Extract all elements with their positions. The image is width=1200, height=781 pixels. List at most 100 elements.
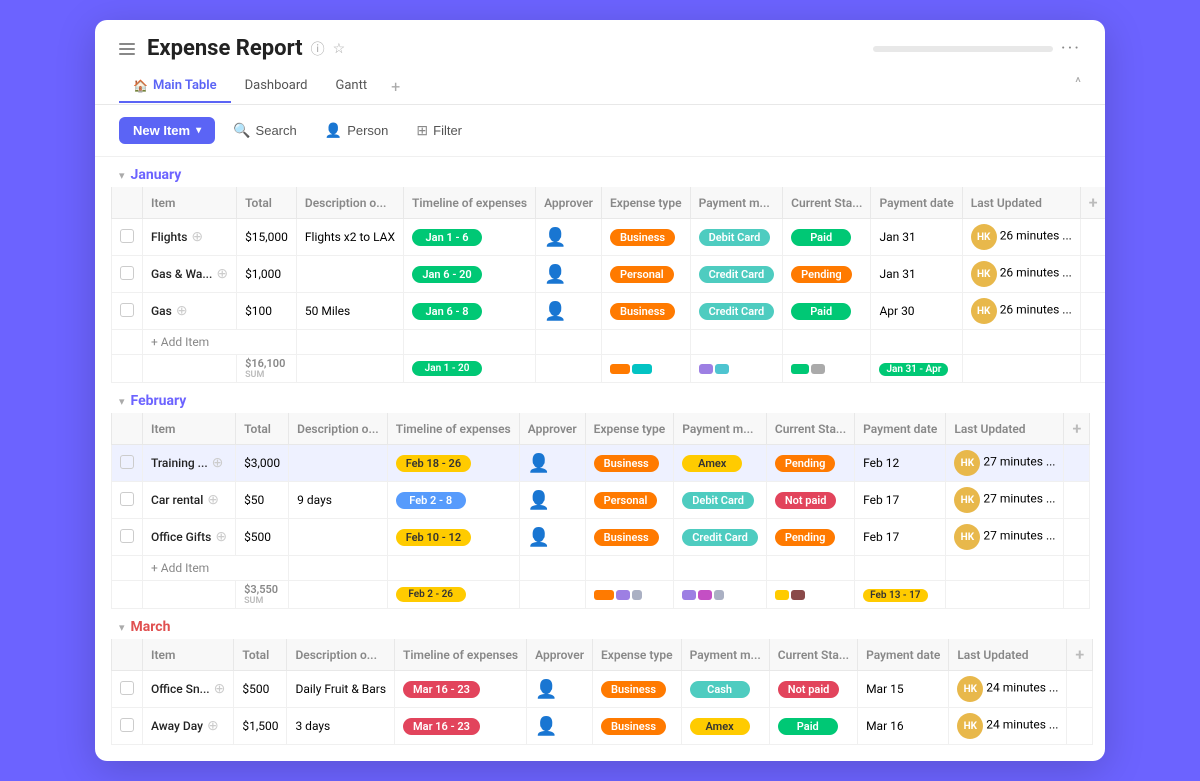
col-status: Current Sta...: [769, 639, 857, 671]
timeline-pill: Mar 16 - 23: [403, 681, 480, 698]
avatar: HK: [971, 224, 997, 250]
add-row-icon[interactable]: ⊕: [207, 718, 219, 734]
table-row: Gas & Wa...⊕ $1,000 Jan 6 - 20 👤 Persona…: [112, 256, 1106, 293]
col-approver: Approver: [527, 639, 593, 671]
row-checkbox[interactable]: [120, 718, 134, 732]
section-title-february: February: [131, 393, 187, 409]
add-row-icon[interactable]: ⊕: [207, 492, 219, 508]
hamburger-icon[interactable]: [119, 43, 135, 55]
status-badge: Not paid: [778, 681, 840, 698]
expense-type-badge: Business: [601, 718, 666, 735]
col-timeline: Timeline of expenses: [387, 413, 519, 445]
tabs-row: 🏠 Main Table Dashboard Gantt + ^: [119, 69, 1081, 104]
column-headers-january: Item Total Description o... Timeline of …: [112, 187, 1106, 219]
section-header-february: ▾ February: [95, 383, 1105, 413]
col-payment-date: Payment date: [858, 639, 949, 671]
col-total: Total: [234, 639, 287, 671]
new-item-button[interactable]: New Item ▾: [119, 117, 215, 144]
row-checkbox[interactable]: [120, 455, 134, 469]
col-total: Total: [237, 187, 297, 219]
add-row-icon[interactable]: ⊕: [215, 529, 227, 545]
section-january: ▾ January Item Total Description o... Ti…: [95, 157, 1105, 383]
status-badge: Pending: [775, 455, 836, 472]
filter-button[interactable]: ⊞ Filter: [406, 117, 472, 144]
section-february: ▾ February Item Total Description o... T…: [95, 383, 1105, 609]
add-item-row[interactable]: + Add Item: [112, 330, 1106, 355]
avatar: HK: [957, 676, 983, 702]
col-item: Item: [143, 187, 237, 219]
table-february: Item Total Description o... Timeline of …: [95, 413, 1105, 609]
approver-avatar: 👤: [528, 490, 550, 511]
col-item: Item: [143, 639, 234, 671]
payment-method-badge: Credit Card: [682, 529, 758, 546]
add-row-icon[interactable]: ⊕: [214, 681, 226, 697]
section-header-january: ▾ January: [95, 157, 1105, 187]
col-status: Current Sta...: [783, 187, 871, 219]
add-row-icon[interactable]: ⊕: [212, 455, 224, 471]
approver-avatar: 👤: [544, 301, 566, 322]
row-checkbox[interactable]: [120, 303, 134, 317]
timeline-pill: Jan 6 - 20: [412, 266, 482, 283]
add-row-icon[interactable]: ⊕: [176, 303, 188, 319]
col-check: [112, 187, 143, 219]
add-row-icon[interactable]: ⊕: [216, 266, 228, 282]
approver-avatar: 👤: [535, 679, 557, 700]
section-toggle-january[interactable]: ▾: [119, 169, 125, 182]
timeline-pill: Feb 18 - 26: [396, 455, 471, 472]
approver-avatar: 👤: [535, 716, 557, 737]
info-icon[interactable]: ⓘ: [311, 39, 325, 59]
sum-date-range-pill: Feb 13 - 17: [863, 589, 927, 602]
col-payment-method: Payment m...: [690, 187, 783, 219]
row-checkbox[interactable]: [120, 681, 134, 695]
payment-method-badge: Credit Card: [699, 266, 775, 283]
add-item-row[interactable]: + Add Item: [112, 556, 1090, 581]
expense-type-badge: Business: [610, 303, 675, 320]
tab-dashboard[interactable]: Dashboard: [231, 70, 322, 103]
tab-main-table[interactable]: 🏠 Main Table: [119, 70, 231, 103]
col-expense-type: Expense type: [585, 413, 674, 445]
timeline-pill: Jan 1 - 6: [412, 229, 482, 246]
table-january: Item Total Description o... Timeline of …: [95, 187, 1105, 383]
timeline-pill: Jan 6 - 8: [412, 303, 482, 320]
row-checkbox[interactable]: [120, 529, 134, 543]
col-add[interactable]: +: [1067, 639, 1093, 671]
payment-method-badge: Amex: [690, 718, 750, 735]
row-checkbox[interactable]: [120, 492, 134, 506]
filter-icon: ⊞: [416, 122, 428, 139]
more-button[interactable]: ···: [1061, 38, 1081, 59]
approver-avatar: 👤: [528, 453, 550, 474]
section-toggle-march[interactable]: ▾: [119, 621, 125, 634]
add-row-icon[interactable]: ⊕: [191, 229, 203, 245]
person-button[interactable]: 👤 Person: [315, 117, 399, 144]
search-button[interactable]: 🔍 Search: [223, 117, 307, 144]
col-add[interactable]: +: [1080, 187, 1105, 219]
star-icon[interactable]: ☆: [333, 41, 346, 57]
col-total: Total: [236, 413, 289, 445]
col-payment-method: Payment m...: [681, 639, 769, 671]
dropdown-arrow-icon: ▾: [196, 125, 201, 136]
avatar: HK: [971, 261, 997, 287]
col-status: Current Sta...: [766, 413, 854, 445]
col-add[interactable]: +: [1064, 413, 1090, 445]
collapse-button[interactable]: ^: [1075, 75, 1081, 99]
status-badge: Pending: [791, 266, 852, 283]
col-payment-date: Payment date: [871, 187, 962, 219]
approver-avatar: 👤: [544, 264, 566, 285]
col-description: Description o...: [289, 413, 388, 445]
section-toggle-february[interactable]: ▾: [119, 395, 125, 408]
timeline-pill: Mar 16 - 23: [403, 718, 480, 735]
status-badge: Paid: [791, 303, 851, 320]
timeline-pill: Feb 10 - 12: [396, 529, 471, 546]
add-tab-button[interactable]: +: [381, 69, 410, 104]
sum-date-range-pill: Jan 31 - Apr: [879, 363, 948, 376]
row-checkbox[interactable]: [120, 266, 134, 280]
col-approver: Approver: [536, 187, 602, 219]
table-row: Car rental⊕ $50 9 days Feb 2 - 8 👤 Perso…: [112, 482, 1090, 519]
payment-method-badge: Credit Card: [699, 303, 775, 320]
tab-gantt[interactable]: Gantt: [322, 70, 382, 103]
row-checkbox[interactable]: [120, 229, 134, 243]
avatar: HK: [954, 524, 980, 550]
app-container: Expense Report ⓘ ☆ ··· 🏠 Main Table Dash…: [95, 20, 1105, 761]
col-check: [112, 413, 143, 445]
expense-type-badge: Business: [594, 529, 659, 546]
